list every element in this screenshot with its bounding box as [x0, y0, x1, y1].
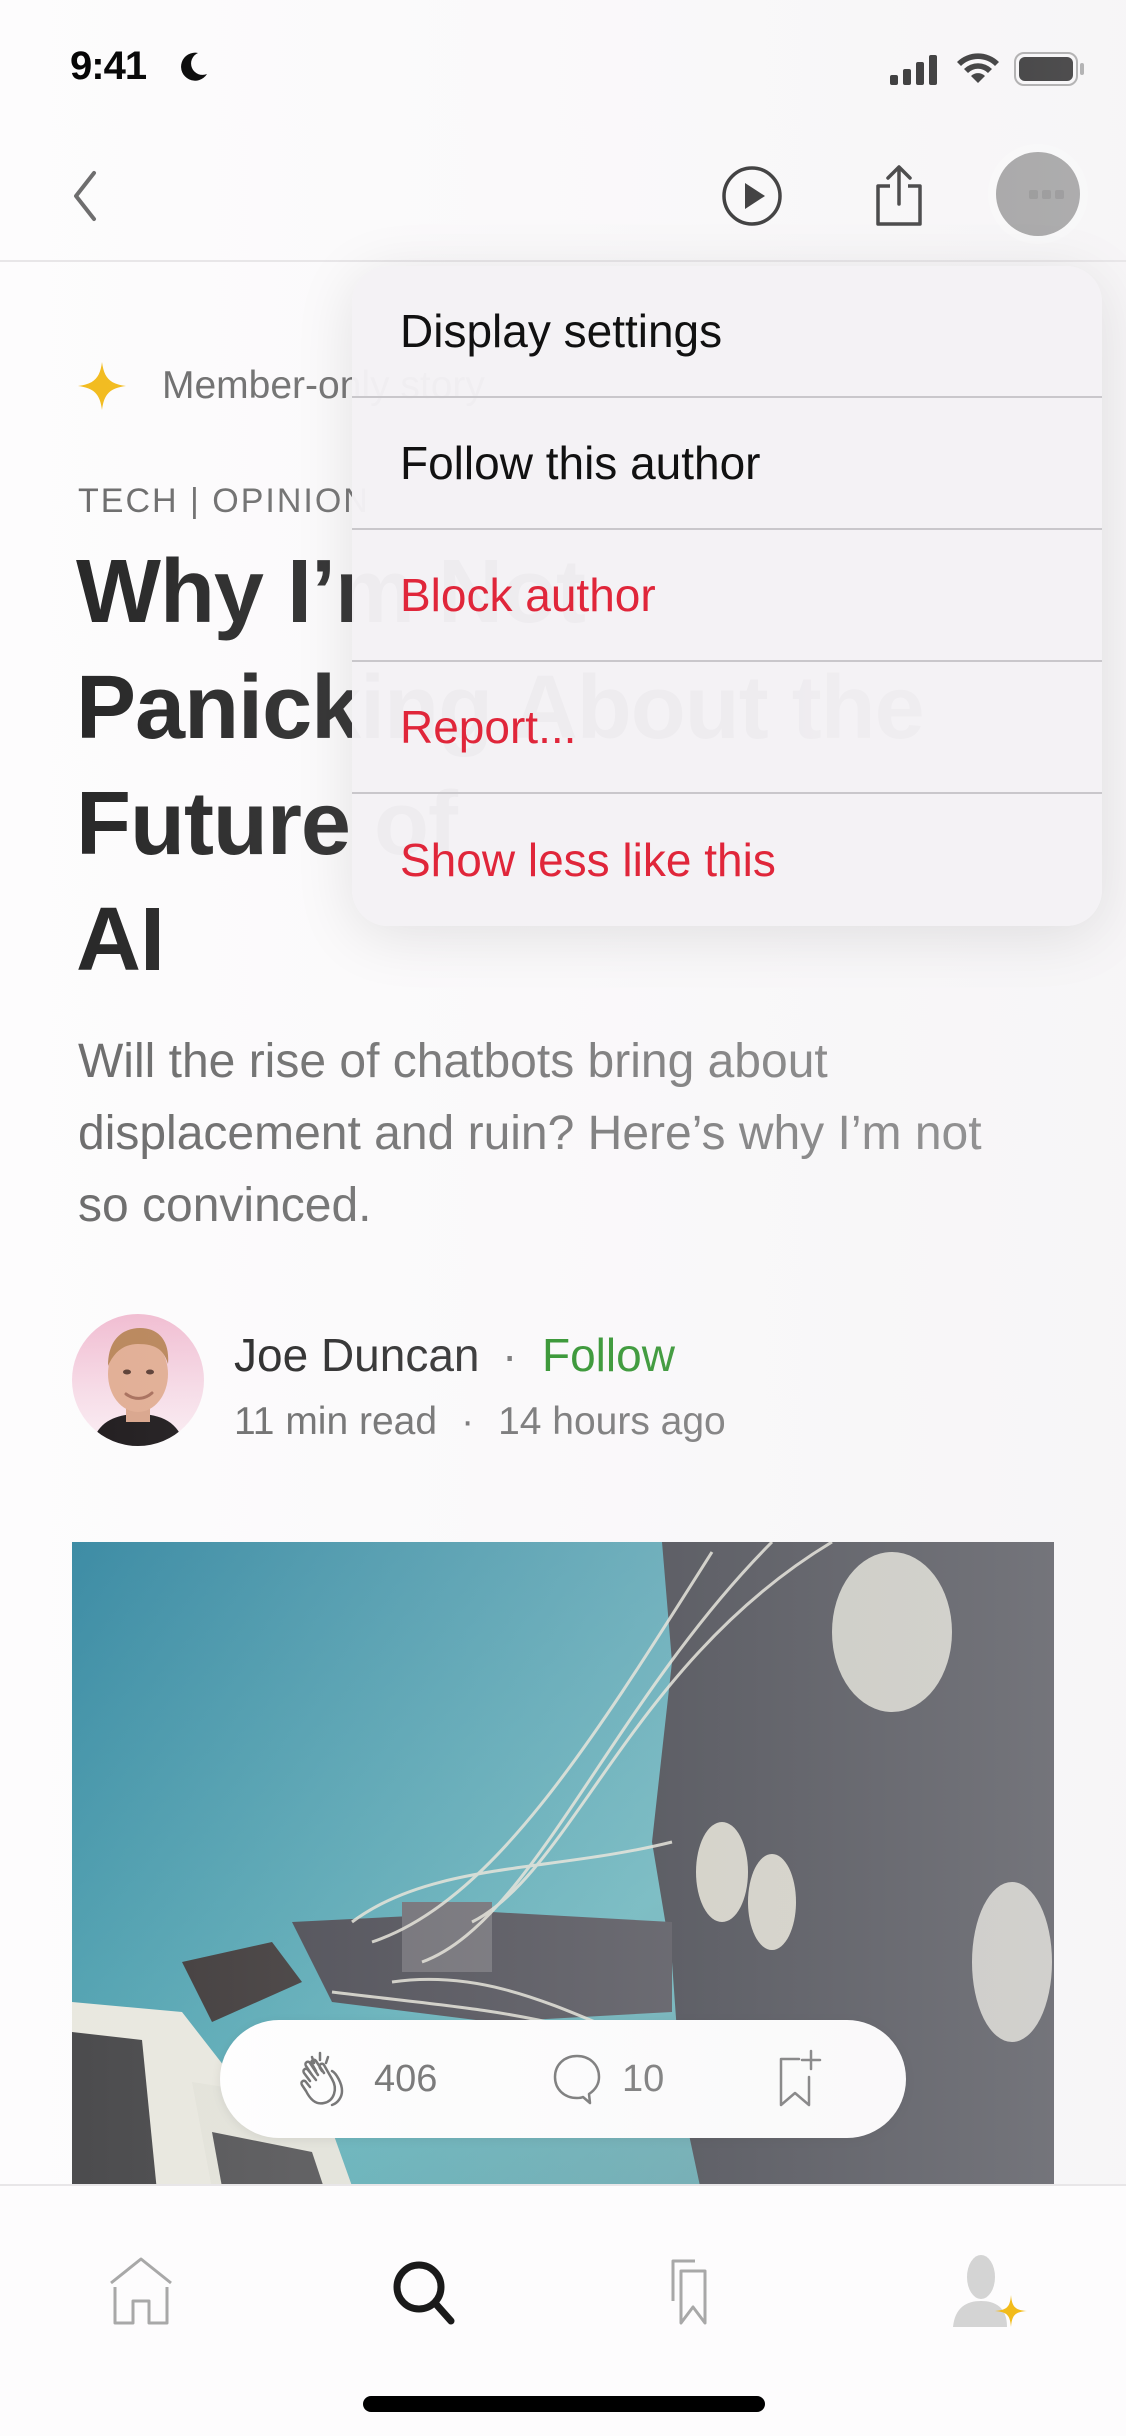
- share-button[interactable]: [864, 158, 934, 234]
- menu-item-block-author[interactable]: Block author: [352, 530, 1102, 662]
- clap-button[interactable]: 406: [296, 2049, 437, 2109]
- tab-search[interactable]: [374, 2242, 474, 2342]
- moon-icon: [181, 52, 207, 81]
- chevron-left-icon: [74, 171, 96, 221]
- wifi-icon: [957, 53, 999, 83]
- tab-profile[interactable]: [940, 2242, 1040, 2342]
- tab-library[interactable]: [650, 2242, 750, 2342]
- speech-bubble-icon: [553, 2054, 601, 2105]
- menu-item-report[interactable]: Report...: [352, 662, 1102, 794]
- play-circle-icon: [722, 166, 782, 226]
- avatar-portrait: [92, 1328, 184, 1446]
- status-time: 9:41: [70, 44, 147, 88]
- published-time: 14 hours ago: [498, 1400, 726, 1443]
- member-star-icon: [78, 362, 126, 410]
- author-name[interactable]: Joe Duncan: [234, 1328, 480, 1382]
- share-icon: [876, 165, 922, 226]
- response-count: 10: [622, 2057, 665, 2100]
- menu-item-show-less[interactable]: Show less like this: [352, 794, 1102, 926]
- article-subtitle: Will the rise of chatbots bring about di…: [78, 1035, 982, 1232]
- follow-author-link[interactable]: Follow: [542, 1328, 675, 1382]
- home-indicator[interactable]: [363, 2396, 765, 2412]
- author-byline: Joe Duncan · Follow 11 min read · 14 hou…: [72, 1314, 1072, 1454]
- byline-separator: ·: [502, 1329, 518, 1381]
- more-horizontal-icon: [996, 152, 1080, 236]
- more-options-menu: Display settings Follow this author Bloc…: [352, 266, 1102, 926]
- clap-icon: [300, 2051, 344, 2107]
- battery-icon: [1014, 52, 1084, 86]
- back-button[interactable]: [60, 166, 110, 226]
- status-bar: 9:41: [0, 0, 1126, 130]
- bookmark-add-icon: [779, 2049, 822, 2107]
- author-avatar[interactable]: [72, 1314, 204, 1446]
- read-time: 11 min read: [234, 1400, 438, 1443]
- profile-icon: [953, 2255, 1027, 2327]
- menu-item-follow-author[interactable]: Follow this author: [352, 398, 1102, 530]
- cellular-signal-icon: [890, 55, 937, 85]
- menu-item-display-settings[interactable]: Display settings: [352, 266, 1102, 398]
- bookmarks-icon: [671, 2259, 707, 2325]
- article-kicker: TECH | OPINION: [78, 482, 370, 520]
- status-indicators: [890, 52, 1086, 86]
- tab-home[interactable]: [92, 2242, 192, 2342]
- meta-separator: ·: [461, 1400, 475, 1443]
- responses-button[interactable]: 10: [550, 2052, 664, 2106]
- listen-button[interactable]: [720, 164, 784, 228]
- save-button[interactable]: [775, 2049, 831, 2109]
- more-options-button[interactable]: [988, 144, 1088, 244]
- home-icon: [110, 2257, 172, 2325]
- article-meta: 11 min read · 14 hours ago: [234, 1400, 726, 1444]
- article-actions-bar: 406 10: [220, 2020, 906, 2138]
- clap-count: 406: [374, 2057, 438, 2100]
- nav-bar: [0, 130, 1126, 262]
- search-icon: [393, 2261, 455, 2325]
- article-screen: 9:41 Member-only story TECH | OPINION Wh…: [0, 0, 1126, 2436]
